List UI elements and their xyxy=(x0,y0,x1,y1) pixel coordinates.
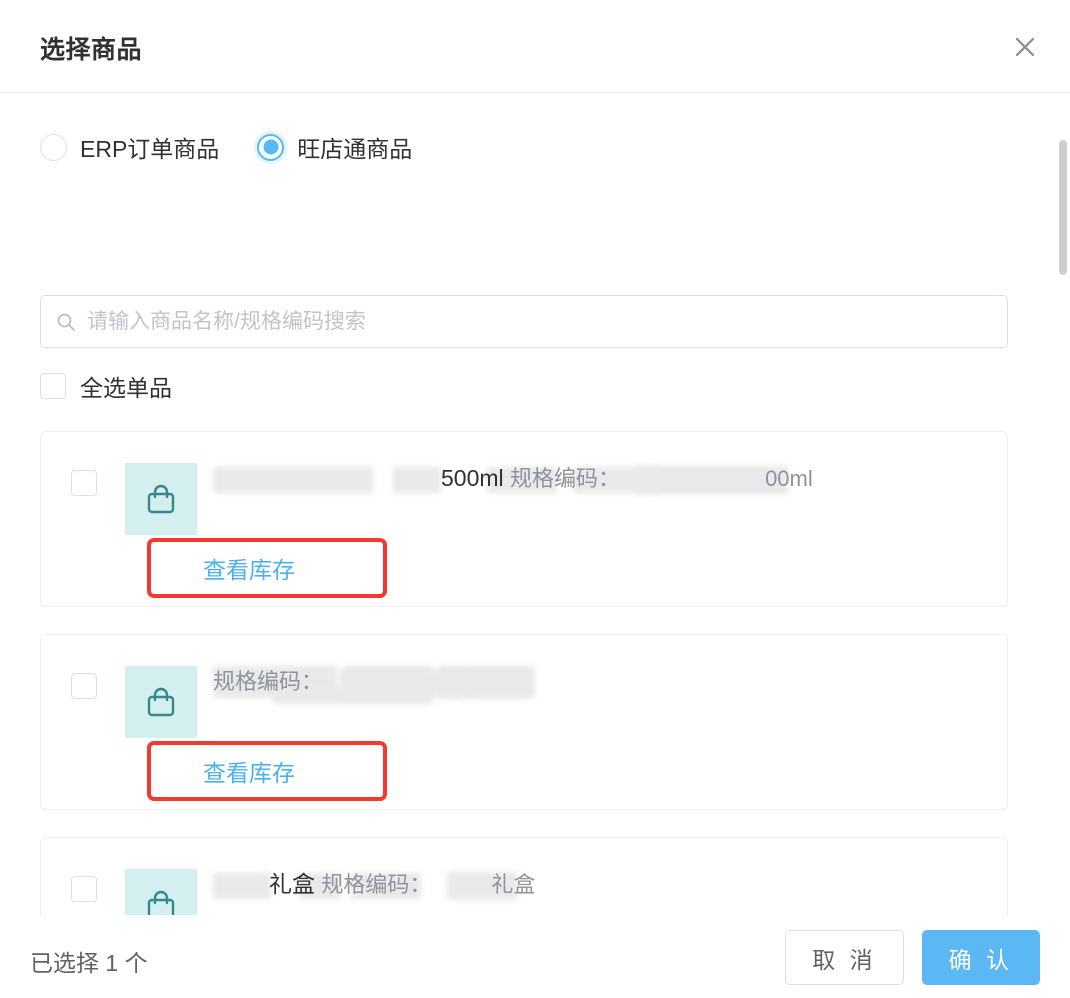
product-source-radio-group: ERP订单商品 旺店通商品 xyxy=(40,130,412,164)
product-card[interactable]: 礼盒 规格编码：礼盒 查看库存 xyxy=(40,837,1008,915)
select-all-label: 全选单品 xyxy=(80,375,172,401)
select-all-row[interactable]: 全选单品 xyxy=(40,369,172,403)
product-code-visible: 礼盒 xyxy=(491,872,536,897)
redaction-block xyxy=(439,666,535,698)
radio-circle-selected-icon xyxy=(257,133,285,161)
search-input[interactable] xyxy=(87,309,992,334)
select-product-dialog: 选择商品 ERP订单商品 旺店通商品 请输入商品名称/规格编码搜索 全选单品 5… xyxy=(0,0,1070,998)
redaction-block xyxy=(345,666,431,698)
close-icon xyxy=(1011,33,1039,61)
redaction-block xyxy=(339,669,461,697)
product-code: 规格编码： 00ml xyxy=(510,466,813,494)
close-button[interactable] xyxy=(1006,28,1044,66)
product-code: 规格编码： 礼盒 xyxy=(321,872,536,900)
product-thumbnail xyxy=(125,869,197,915)
product-checkbox[interactable] xyxy=(71,876,97,902)
radio-circle-icon xyxy=(40,133,67,161)
radio-label: 旺店通商品 xyxy=(297,136,413,162)
confirm-button[interactable]: 确 认 xyxy=(921,930,1040,985)
product-thumbnail xyxy=(125,463,197,535)
redaction-block xyxy=(469,669,527,697)
product-name-visible: 礼盒 xyxy=(269,871,315,897)
dialog-footer: 已选择 1 个 取 消 确 认 xyxy=(0,915,1070,998)
view-inventory-link[interactable]: 查看库存 xyxy=(203,754,295,788)
cancel-button[interactable]: 取 消 xyxy=(785,930,904,985)
product-name: 500ml xyxy=(213,465,659,493)
page-title: 选择商品 xyxy=(40,36,143,64)
product-name-visible: 500ml xyxy=(441,465,504,491)
search-icon xyxy=(56,312,76,332)
radio-wangdiantong-product[interactable]: 旺店通商品 xyxy=(257,130,412,164)
product-card[interactable]: 规格编码： 查看库存 xyxy=(40,634,1008,810)
product-thumbnail xyxy=(125,666,197,738)
product-checkbox[interactable] xyxy=(71,673,97,699)
select-all-checkbox[interactable] xyxy=(40,373,66,399)
product-code-label: 规格编码： xyxy=(321,872,432,897)
scrollbar-track[interactable] xyxy=(1059,93,1067,915)
product-code-label: 规格编码： xyxy=(510,466,621,491)
selected-count-text: 已选择 1 个 xyxy=(30,950,148,976)
view-inventory-annotation: 查看库存 xyxy=(147,538,387,598)
shopping-bag-icon xyxy=(141,682,181,722)
product-code: 规格编码： xyxy=(213,669,527,697)
product-code-label: 规格编码： xyxy=(213,669,324,694)
dialog-header: 选择商品 xyxy=(0,0,1070,93)
scrollbar-thumb[interactable] xyxy=(1059,140,1067,275)
product-code-visible: 00ml xyxy=(765,466,813,491)
product-name: 礼盒 xyxy=(213,871,421,899)
footer-buttons: 取 消 确 认 xyxy=(785,930,1040,985)
view-inventory-annotation: 查看库存 xyxy=(147,741,387,801)
product-checkbox[interactable] xyxy=(71,470,97,496)
view-inventory-link[interactable]: 查看库存 xyxy=(203,551,295,585)
product-list: 500ml 规格编码： 00ml 查看库存 规格编码： 查看库存 礼盒 规格编码… xyxy=(40,431,1008,915)
search-box[interactable] xyxy=(40,295,1008,348)
radio-label: ERP订单商品 xyxy=(80,136,220,162)
radio-erp-order-product[interactable]: ERP订单商品 xyxy=(40,130,219,164)
shopping-bag-icon xyxy=(141,885,181,915)
shopping-bag-icon xyxy=(141,479,181,519)
product-card[interactable]: 500ml 规格编码： 00ml 查看库存 xyxy=(40,431,1008,607)
dialog-body: ERP订单商品 旺店通商品 全选单品 xyxy=(0,93,1070,915)
